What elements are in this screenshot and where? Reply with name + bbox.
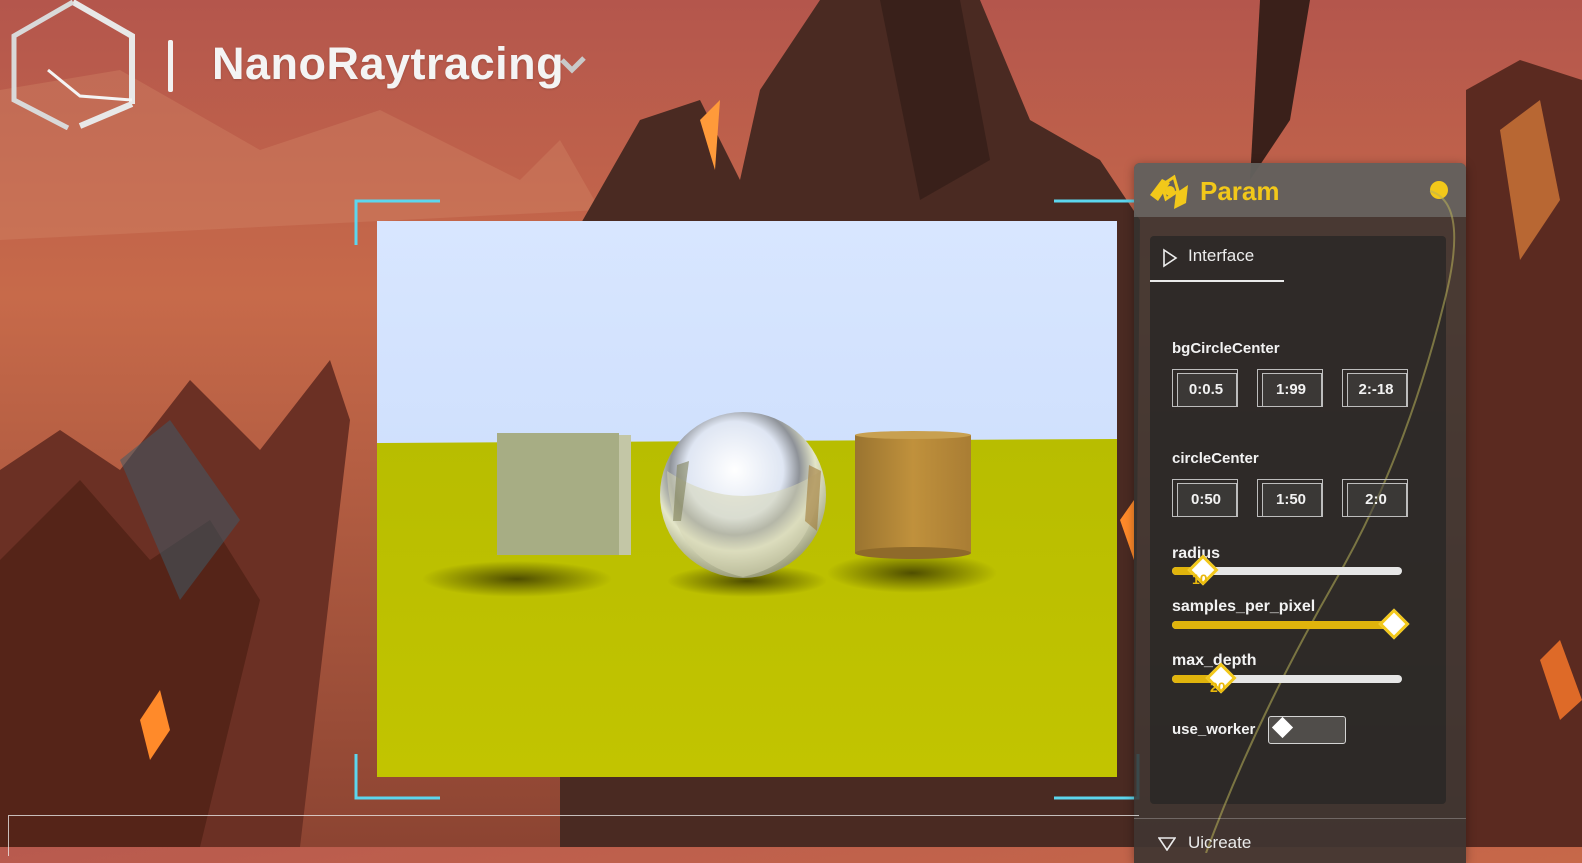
render-viewport[interactable] (377, 221, 1117, 777)
uicreate-label: Uicreate (1188, 833, 1252, 852)
bgcirclecenter-label: bgCircleCenter (1172, 340, 1280, 357)
app-title: NanoRaytracing (212, 38, 565, 89)
scene-cube (497, 433, 631, 555)
samples-per-pixel-label: samples_per_pixel (1172, 598, 1316, 615)
collapse-triangle-icon (1157, 837, 1177, 852)
param-panel-title: Param (1200, 176, 1280, 206)
param-node-icon (1148, 171, 1190, 211)
circlecenter-label: circleCenter (1172, 450, 1259, 467)
hexagon-logo-icon[interactable] (8, 0, 138, 131)
use-worker-label: use_worker (1172, 721, 1256, 738)
uicreate-section-header[interactable]: Uicreate (1134, 818, 1466, 859)
scene-cylinder (855, 431, 971, 559)
circlecenter-z-field[interactable]: 2:0 (1342, 479, 1408, 517)
bottom-panel-border (8, 815, 1139, 856)
bgcirclecenter-y-field[interactable]: 1:99 (1257, 369, 1323, 407)
bgcirclecenter-z-field[interactable]: 2:-18 (1342, 369, 1408, 407)
bgcirclecenter-x-field[interactable]: 0:0.5 (1172, 369, 1238, 407)
max-depth-slider[interactable]: 20 (1172, 662, 1402, 695)
radius-slider[interactable]: 10 (1172, 554, 1402, 587)
tab-interface-label: Interface (1188, 246, 1255, 265)
samples-per-pixel-slider-fill (1172, 621, 1393, 629)
toggle-knob (1271, 716, 1294, 739)
play-triangle-icon (1162, 248, 1178, 268)
use-worker-toggle[interactable] (1268, 716, 1346, 744)
circlecenter-y-field[interactable]: 1:50 (1257, 479, 1323, 517)
tab-interface[interactable]: Interface (1150, 236, 1284, 282)
chevron-down-icon[interactable] (560, 54, 590, 76)
circlecenter-x-field[interactable]: 0:50 (1172, 479, 1238, 517)
samples-per-pixel-slider[interactable] (1172, 608, 1410, 640)
status-dot[interactable] (1430, 181, 1448, 199)
max-depth-value: 20 (1210, 679, 1226, 695)
header-divider (168, 40, 173, 92)
scene-mirror-sphere (660, 412, 826, 578)
radius-value: 10 (1192, 571, 1208, 587)
